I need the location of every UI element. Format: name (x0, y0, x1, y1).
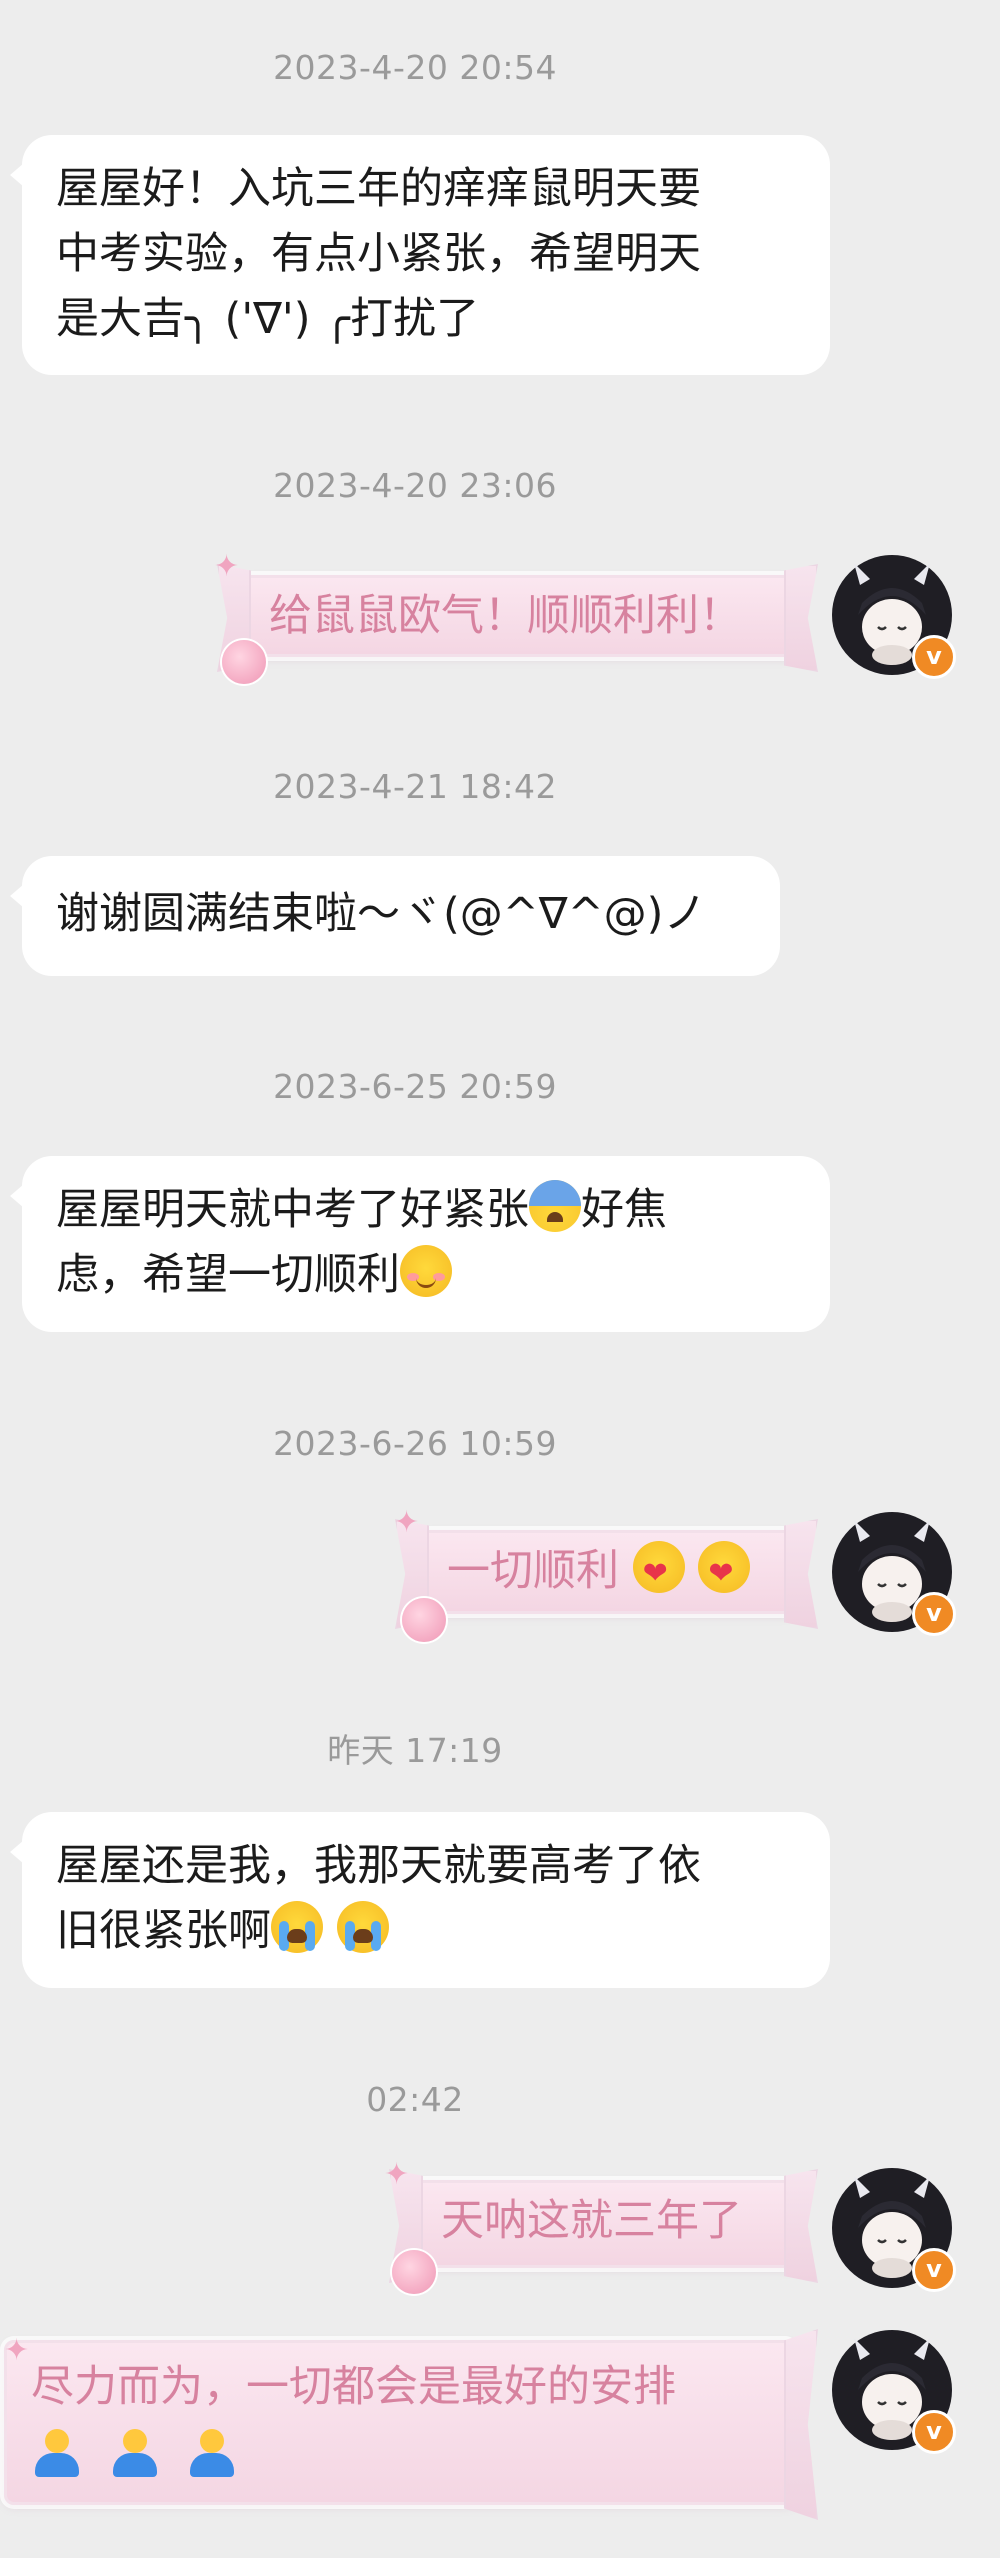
emoji-row (31, 2425, 768, 2489)
peach-icon (392, 2250, 436, 2294)
timestamp: 昨天 17:19 (327, 1731, 503, 1770)
timestamp: 2023-6-26 10:59 (273, 1424, 557, 1463)
anxious-face-icon (529, 1180, 581, 1232)
avatar[interactable]: v (832, 2330, 956, 2454)
bubble-fold-decoration (784, 2329, 818, 2520)
sparkle-icon: ✦ (384, 2157, 410, 2192)
message-text: 谢谢圆满结束啦～ヾ(@^∇^@)ノ (56, 889, 707, 939)
message-text-line: 屋屋明天就中考了好紧张 好焦 (56, 1178, 796, 1243)
bubble-fold-decoration (784, 564, 818, 672)
peach-icon (402, 1598, 446, 1642)
bubble-fold-decoration (784, 1519, 818, 1629)
message-text: 一切顺利 (447, 1546, 619, 1596)
message-bubble-received[interactable]: 屋屋好！入坑三年的痒痒鼠明天要 中考实验，有点小紧张，希望明天 是大吉╮ ('∇… (10, 135, 830, 375)
message-text: 尽力而为，一切都会是最好的安排 (31, 2362, 676, 2412)
peach-icon (222, 640, 266, 684)
message-text-line: 是大吉╮ ('∇') ╭打扰了 (56, 294, 480, 344)
verified-badge-icon: v (912, 635, 956, 679)
message-text-line: 中考实验，有点小紧张，希望明天 (56, 229, 701, 279)
sparkle-icon: ✦ (214, 549, 240, 584)
heart-face-icon (698, 1541, 751, 1593)
message-bubble-sent[interactable]: 给鼠鼠欧气！顺顺利利！ (217, 564, 818, 672)
message-bubble-sent[interactable]: 尽力而为，一切都会是最好的安排 (4, 2329, 818, 2520)
message-text-line: 屋屋好！入坑三年的痒痒鼠明天要 (56, 164, 701, 214)
hugging-person-icon (31, 2427, 83, 2479)
message-bubble-received[interactable]: 谢谢圆满结束啦～ヾ(@^∇^@)ノ (10, 856, 780, 976)
verified-badge-icon: v (912, 2410, 956, 2454)
message-text: 给鼠鼠欧气！顺顺利利！ (269, 591, 742, 641)
hugging-person-icon (109, 2427, 161, 2479)
hugging-person-icon (186, 2427, 238, 2479)
message-bubble-received[interactable]: 屋屋还是我，我那天就要高考了依 旧很紧张啊 (10, 1812, 830, 1988)
message-text: 天呐这就三年了 (441, 2196, 742, 2246)
crying-face-icon (271, 1901, 323, 1953)
timestamp: 02:42 (366, 2080, 464, 2119)
verified-badge-icon: v (912, 1592, 956, 1636)
avatar[interactable]: v (832, 1512, 956, 1636)
message-text: 屋屋明天就中考了好紧张 (56, 1185, 529, 1235)
timestamp: 2023-6-25 20:59 (273, 1067, 557, 1106)
avatar[interactable]: v (832, 555, 956, 679)
message-text-line: 旧很紧张啊 (56, 1899, 796, 1964)
message-bubble-received[interactable]: 屋屋明天就中考了好紧张 好焦 虑，希望一切顺利 (10, 1156, 830, 1332)
message-bubble-sent[interactable]: 一切顺利 (395, 1519, 818, 1629)
bubble-fold-decoration (784, 2169, 818, 2283)
avatar[interactable]: v (832, 2168, 956, 2292)
verified-badge-icon: v (912, 2248, 956, 2292)
message-text-line: 虑，希望一切顺利 (56, 1243, 796, 1308)
timestamp: 2023-4-21 18:42 (273, 767, 557, 806)
sparkle-icon: ✦ (4, 2333, 30, 2368)
timestamp: 2023-4-20 23:06 (273, 466, 557, 505)
smiling-face-icon (400, 1245, 452, 1297)
message-text: 旧很紧张啊 (56, 1906, 271, 1956)
sparkle-icon: ✦ (394, 1505, 420, 1540)
message-text: 虑，希望一切顺利 (56, 1250, 400, 1300)
crying-face-icon (336, 1901, 389, 1953)
message-text-line: 屋屋还是我，我那天就要高考了依 (56, 1841, 701, 1891)
timestamp: 2023-4-20 20:54 (273, 48, 557, 87)
message-bubble-sent[interactable]: 天呐这就三年了 (389, 2169, 818, 2283)
message-text: 好焦 (581, 1185, 667, 1235)
heart-face-icon (632, 1541, 685, 1593)
